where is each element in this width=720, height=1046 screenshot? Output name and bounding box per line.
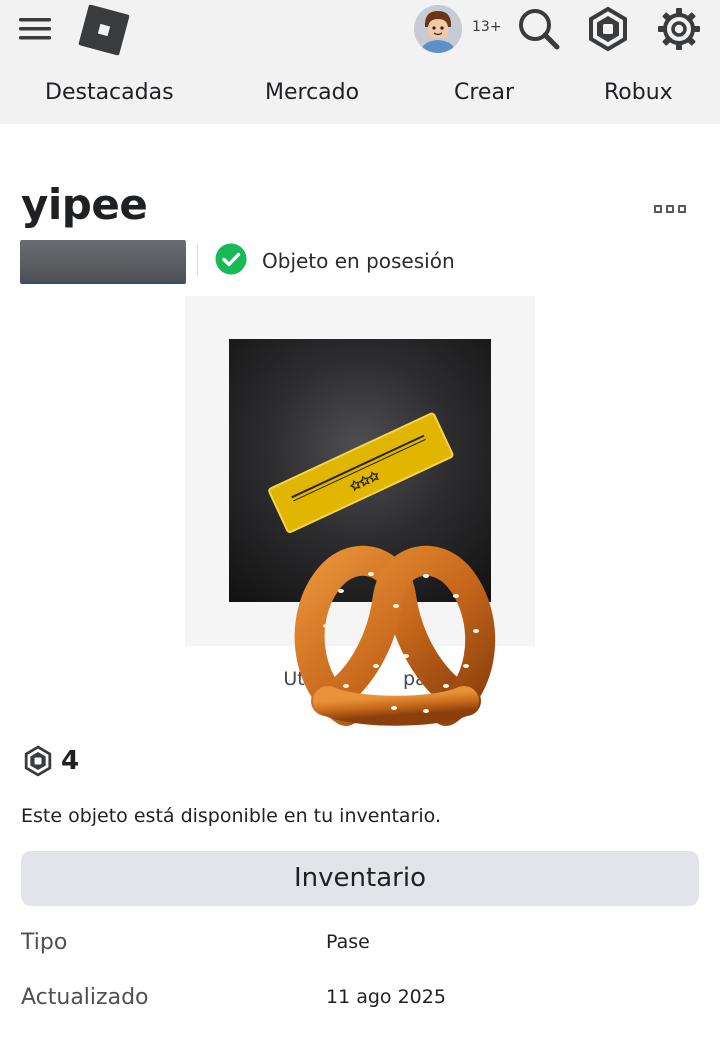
detail-value-type: Pase [326, 931, 370, 953]
check-circle-icon [215, 243, 247, 275]
pretzel-sticker-image [286, 536, 502, 740]
inventory-button[interactable]: Inventario [21, 851, 699, 906]
detail-label-type: Tipo [21, 930, 68, 955]
nav-robux[interactable]: Robux [604, 80, 673, 105]
robux-icon[interactable] [585, 6, 631, 52]
avatar[interactable] [414, 5, 462, 53]
detail-value-updated: 11 ago 2025 [326, 986, 446, 1008]
gear-icon[interactable] [656, 6, 702, 52]
nav-featured[interactable]: Destacadas [45, 80, 174, 105]
availability-text: Este objeto está disponible en tu invent… [21, 805, 441, 827]
divider [197, 244, 198, 276]
item-price: 4 [61, 746, 80, 776]
more-options-icon[interactable] [654, 205, 690, 219]
detail-label-updated: Actualizado [21, 985, 149, 1010]
owned-status: Objeto en posesión [262, 249, 455, 273]
age-badge: 13+ [472, 19, 502, 35]
nav-marketplace[interactable]: Mercado [265, 80, 359, 105]
search-icon[interactable] [516, 6, 562, 52]
nav-create[interactable]: Crear [454, 80, 514, 105]
robux-icon [22, 745, 54, 777]
roblox-logo[interactable] [78, 4, 130, 56]
page-title: yipee [21, 180, 148, 229]
creator-name-redacted[interactable] [20, 240, 186, 282]
top-bar: 13+ Destacadas Mercado Crear Robux [0, 0, 720, 124]
main-nav: Destacadas Mercado Crear Robux [0, 80, 720, 116]
hamburger-menu-icon[interactable] [18, 14, 54, 46]
